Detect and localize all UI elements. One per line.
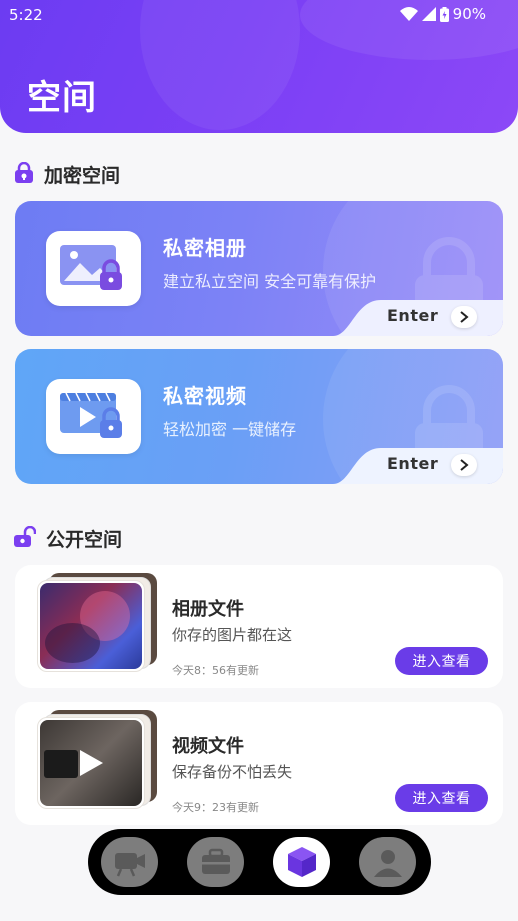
user-icon [373,850,402,877]
album-files-card[interactable]: 相册文件 你存的图片都在这 今天8：56有更新 进入查看 [15,565,503,688]
view-button[interactable]: 进入查看 [395,647,488,675]
enter-button[interactable]: Enter [333,298,503,336]
private-album-card[interactable]: 私密相册 建立私立空间 安全可靠有保护 Enter [15,201,503,336]
card-title: 私密视频 [163,384,247,408]
nav-profile[interactable] [359,837,416,887]
video-image [40,720,142,806]
status-bar: 5:22 90% [0,0,518,30]
update-time: 今天9：23有更新 [172,801,259,814]
update-time: 今天8：56有更新 [172,664,259,677]
view-button[interactable]: 进入查看 [395,784,488,812]
card-subtitle: 你存的图片都在这 [172,626,293,644]
lock-icon [14,161,34,188]
enter-label: Enter [387,306,439,325]
card-subtitle: 建立私立空间 安全可靠有保护 [163,272,377,291]
video-camera-icon [114,853,145,877]
encrypted-section-heading: 加密空间 [14,161,120,188]
enter-button[interactable]: Enter [333,446,503,484]
card-title: 私密相册 [163,236,247,260]
status-time: 5:22 [9,6,43,24]
card-subtitle: 保存备份不怕丢失 [172,763,293,781]
card-title: 视频文件 [172,736,244,757]
toolbox-icon [201,848,230,874]
video-thumbnail [35,710,160,812]
unlock-icon [14,525,37,552]
battery-icon [439,6,449,22]
nav-toolbox[interactable] [187,837,244,887]
bottom-nav [88,829,431,895]
signal-icon [421,7,436,21]
wifi-icon [399,7,418,21]
card-subtitle: 轻松加密 一键储存 [163,420,297,439]
nav-space[interactable] [273,837,330,887]
video-files-card[interactable]: 视频文件 保存备份不怕丢失 今天9：23有更新 进入查看 [15,702,503,825]
chevron-right-icon [451,306,477,328]
private-video-card[interactable]: 私密视频 轻松加密 一键储存 Enter [15,349,503,484]
encrypted-section-title: 加密空间 [44,165,121,187]
battery-percent: 90% [452,5,486,23]
enter-label: Enter [387,454,439,473]
public-section-heading: 公开空间 [14,525,122,552]
chevron-right-icon [451,454,477,476]
nav-video[interactable] [101,837,158,887]
page-title: 空间 [27,78,97,118]
private-video-icon [46,379,141,454]
cube-icon [287,847,316,877]
header: 5:22 90% 空间 [0,0,518,133]
play-icon [80,750,103,776]
photo-thumbnail [35,573,160,675]
card-title: 相册文件 [172,599,244,620]
photo-image [40,583,142,669]
public-section-title: 公开空间 [46,529,123,551]
private-album-icon [46,231,141,306]
